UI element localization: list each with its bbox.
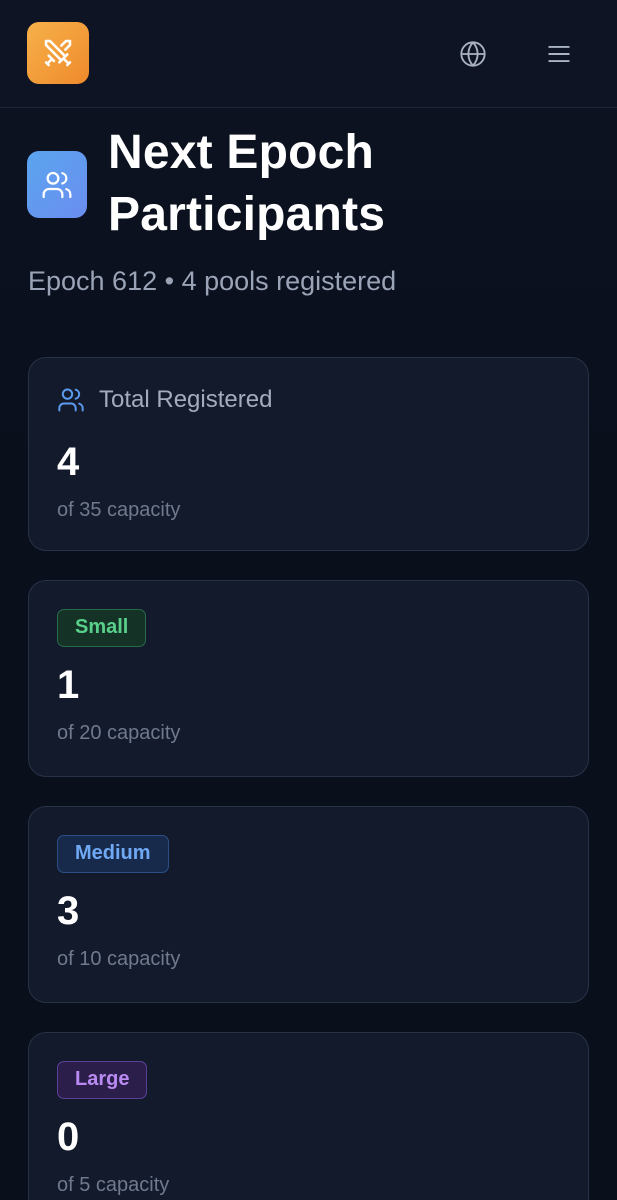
medium-capacity: of 10 capacity [57, 948, 181, 970]
globe-icon [460, 41, 486, 67]
app-root: Next Epoch Participants Epoch 612 • 4 po… [0, 0, 617, 1200]
menu-button[interactable] [539, 34, 579, 74]
crossed-swords-icon [44, 39, 72, 67]
title-badge [27, 151, 87, 218]
large-pools-card: Large 0 of 5 capacity [28, 1032, 589, 1200]
users-icon [42, 171, 72, 198]
app-logo[interactable] [27, 22, 89, 84]
small-capacity: of 20 capacity [57, 722, 181, 744]
small-pools-card: Small 1 of 20 capacity [28, 580, 589, 777]
medium-value: 3 [57, 889, 80, 933]
top-bar [0, 0, 617, 108]
small-badge: Small [57, 609, 147, 647]
large-badge: Large [57, 1061, 148, 1099]
large-capacity: of 5 capacity [57, 1174, 170, 1196]
medium-pools-card: Medium 3 of 10 capacity [28, 806, 589, 1003]
medium-badge: Medium [57, 835, 169, 873]
large-value: 0 [57, 1115, 80, 1159]
total-registered-value: 4 [57, 440, 80, 484]
card-label: Total Registered [99, 386, 273, 413]
card-header: Total Registered [57, 386, 272, 414]
page-title: Next Epoch Participants [108, 126, 386, 241]
total-registered-card: Total Registered 4 of 35 capacity [28, 357, 589, 551]
total-capacity: of 35 capacity [57, 499, 181, 521]
language-button[interactable] [453, 34, 493, 74]
page-subtitle: Epoch 612 • 4 pools registered [28, 266, 397, 296]
users-icon [58, 388, 84, 412]
small-value: 1 [57, 663, 80, 707]
hamburger-menu-icon [548, 45, 570, 63]
